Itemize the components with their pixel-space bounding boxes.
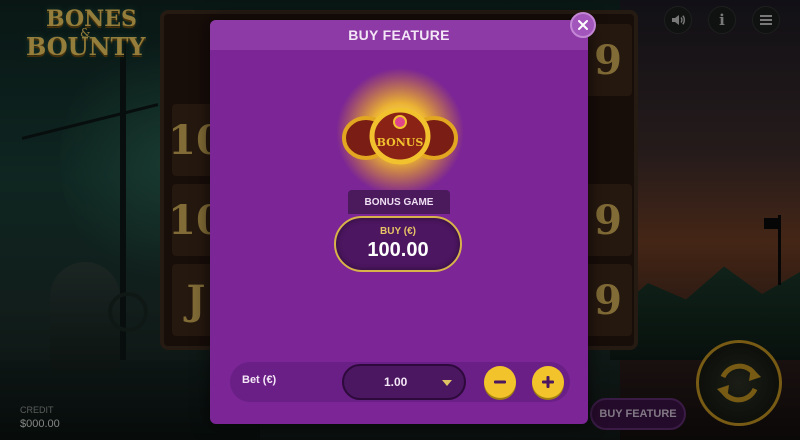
buy-price: 100.00 [367, 239, 429, 261]
bonus-coins-icon: BONUS [336, 68, 464, 196]
buy-bonus-button[interactable]: BUY (€) 100.00 [334, 216, 462, 272]
chevron-down-icon [442, 380, 452, 386]
close-icon [578, 20, 588, 30]
bet-dropdown[interactable]: 1.00 [342, 364, 466, 400]
modal-title: BUY FEATURE [348, 27, 450, 43]
close-button[interactable] [570, 12, 596, 38]
modal-header: BUY FEATURE [210, 20, 588, 50]
increase-bet-button[interactable] [532, 366, 564, 398]
bet-controls: Bet (€) 1.00 [230, 362, 570, 402]
coin-text: BONUS [377, 136, 424, 149]
feature-name: BONUS GAME [348, 190, 450, 214]
decrease-bet-button[interactable] [484, 366, 516, 398]
bet-value: 1.00 [384, 375, 408, 389]
bet-label: Bet (€) [242, 374, 277, 386]
minus-icon [494, 380, 506, 384]
buy-feature-modal: BUY FEATURE BONUS BONUS GAME BUY (€) 100… [210, 20, 588, 424]
plus-icon [542, 376, 554, 388]
buy-label: BUY (€) [380, 226, 416, 237]
